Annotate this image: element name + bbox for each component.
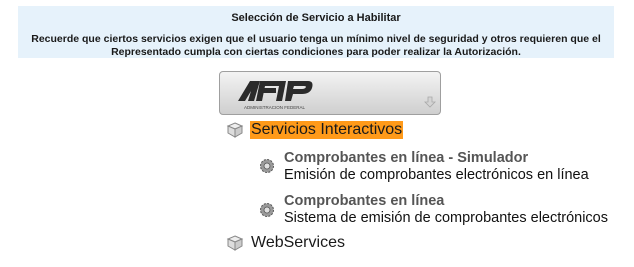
category-servicios-interactivos[interactable]: Servicios Interactivos (250, 121, 404, 139)
box-icon (226, 122, 244, 138)
service-description: Emisión de comprobantes electrónicos en … (284, 167, 589, 183)
down-arrow-icon (424, 96, 436, 108)
banner-title: Selección de Servicio a Habilitar (231, 12, 401, 24)
category-webservices[interactable]: WebServices (251, 234, 345, 252)
service-title[interactable]: Comprobantes en línea - Simulador (284, 150, 528, 166)
gear-icon (260, 159, 274, 173)
banner-message: Recuerde que ciertos servicios exigen qu… (31, 33, 601, 58)
info-banner: Selección de Servicio a Habilitar Recuer… (18, 6, 614, 58)
service-title[interactable]: Comprobantes en línea (284, 193, 444, 209)
afip-logo-button[interactable]: ADMINISTRACION FEDERAL (219, 71, 441, 115)
box-icon (226, 235, 244, 251)
service-description: Sistema de emisión de comprobantes elect… (284, 210, 608, 226)
svg-text:ADMINISTRACION FEDERAL: ADMINISTRACION FEDERAL (244, 105, 306, 110)
gear-icon (260, 203, 274, 217)
afip-logo: ADMINISTRACION FEDERAL (238, 81, 313, 110)
